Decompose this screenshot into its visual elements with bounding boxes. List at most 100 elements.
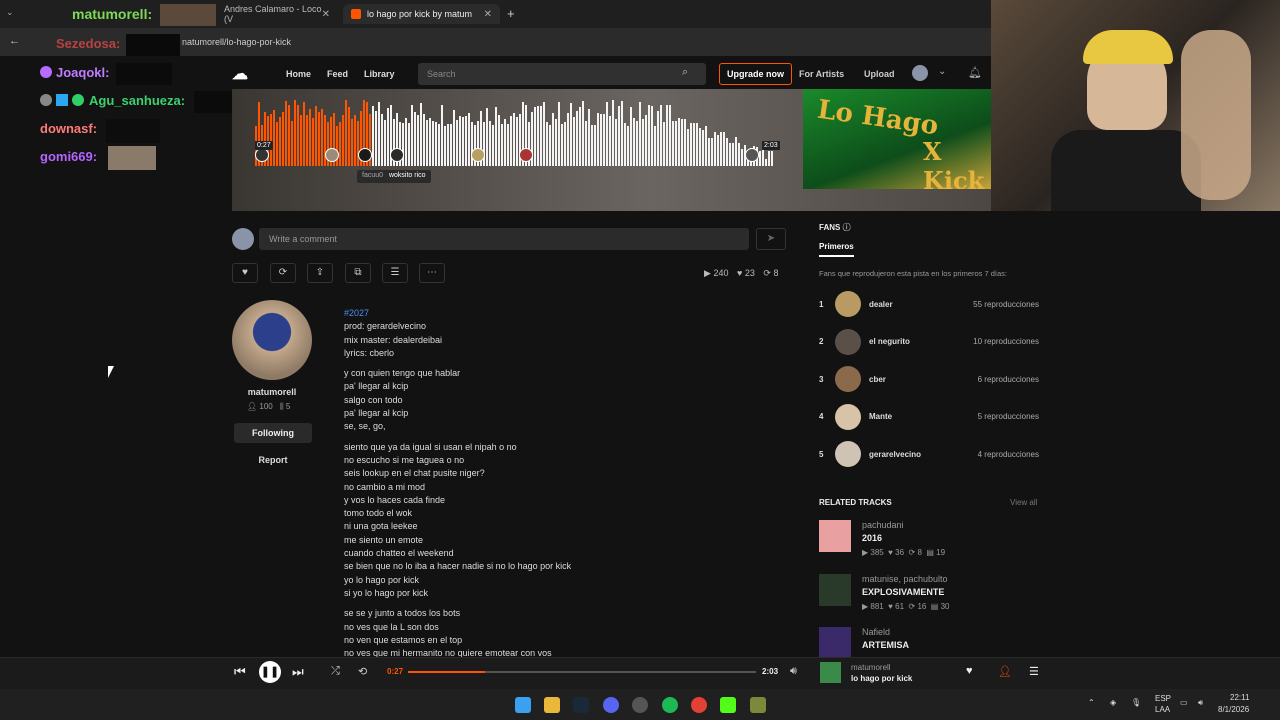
avatar[interactable]	[835, 291, 861, 317]
steam-icon[interactable]	[573, 697, 589, 713]
tab-list-icon[interactable]: ⌄	[6, 7, 20, 21]
comment-avatar[interactable]	[519, 148, 533, 162]
waveform[interactable]	[255, 96, 775, 166]
clock-time[interactable]: 22:11	[1230, 693, 1249, 702]
file-explorer-icon[interactable]	[544, 697, 560, 713]
related-user[interactable]: pachudani	[862, 520, 904, 530]
artist-name[interactable]: matumorell	[232, 387, 312, 397]
search-icon[interactable]: ⌕	[682, 66, 688, 79]
tab-lo-hago-por-kick[interactable]: lo hago por kick by matum ✕	[343, 4, 500, 24]
like-icon[interactable]: ♥	[966, 665, 973, 677]
comment-avatar[interactable]	[471, 148, 485, 162]
volume-tray-icon[interactable]: 🔊︎	[1198, 698, 1203, 708]
fan-name[interactable]: gerarelvecino	[869, 450, 978, 459]
spotify-icon[interactable]	[662, 697, 678, 713]
comment-avatar[interactable]	[358, 148, 372, 162]
avatar[interactable]	[835, 328, 861, 355]
related-title[interactable]: EXPLOSIVAMENTE	[862, 587, 944, 597]
close-icon[interactable]: ✕	[484, 9, 492, 20]
related-cover-art[interactable]	[819, 627, 851, 659]
minecraft-icon[interactable]	[750, 697, 766, 713]
fan-row[interactable]: 3 cber 6 reproducciones	[819, 365, 1039, 393]
hashtag-link[interactable]: #2027	[344, 307, 764, 320]
chevron-down-icon[interactable]: ⌄	[938, 66, 946, 77]
queue-icon[interactable]: ☰	[1029, 665, 1039, 678]
comment-avatar[interactable]	[390, 148, 404, 162]
waveform-bar	[771, 150, 773, 166]
nav-library[interactable]: Library	[364, 69, 395, 79]
keyboard-lang[interactable]: ESP	[1155, 694, 1171, 703]
related-cover-art[interactable]	[819, 520, 851, 552]
related-title[interactable]: ARTEMISA	[862, 640, 909, 650]
related-track[interactable]: matunise, pachubulto EXPLOSIVAMENTE ▶ 881 …	[819, 573, 1039, 614]
fan-row[interactable]: 5 gerarelvecino 4 reproducciones	[819, 440, 1039, 468]
more-button[interactable]: ⋯	[419, 263, 445, 283]
related-user[interactable]: matunise, pachubulto	[862, 574, 948, 584]
windows-start-icon[interactable]	[515, 697, 531, 713]
related-track[interactable]: pachudani 2016 ▶ 385 ♥ 36 ⟳ 8 ▤ 19	[819, 520, 1039, 560]
player-cover-art[interactable]	[820, 662, 841, 683]
previous-icon[interactable]: ⏮	[234, 664, 246, 680]
fan-row[interactable]: 1 dealer 55 reproducciones	[819, 290, 1039, 318]
fan-row[interactable]: 2 el negurito 10 reproducciones	[819, 328, 1039, 356]
nav-feed[interactable]: Feed	[327, 69, 348, 79]
nav-home[interactable]: Home	[286, 69, 311, 79]
report-button[interactable]: Report	[234, 455, 312, 465]
comment-avatar[interactable]	[325, 148, 339, 162]
fan-name[interactable]: cber	[869, 375, 978, 384]
kick-icon[interactable]	[720, 697, 736, 713]
avatar[interactable]	[835, 366, 861, 392]
fan-name[interactable]: el negurito	[869, 337, 973, 346]
volume-icon[interactable]: 🔊︎	[790, 665, 797, 678]
upgrade-button[interactable]: Upgrade now	[719, 63, 792, 85]
artist-avatar[interactable]	[232, 300, 312, 380]
url-text[interactable]: natumorell/lo-hago-por-kick	[182, 37, 291, 47]
shuffle-icon[interactable]: ⤮	[331, 665, 340, 678]
next-icon[interactable]: ⏭	[292, 664, 304, 680]
follow-icon[interactable]: 👤︎	[998, 665, 1012, 678]
pause-button[interactable]: ❚❚	[259, 661, 281, 683]
close-icon[interactable]: ✕	[322, 9, 330, 20]
avatar[interactable]	[835, 403, 861, 430]
related-cover-art[interactable]	[819, 573, 851, 606]
discord-icon[interactable]	[603, 697, 619, 713]
comment-input[interactable]: Write a comment	[259, 228, 749, 250]
add-to-playlist-button[interactable]: ☰	[382, 263, 408, 283]
player-artist[interactable]: matumorell	[851, 663, 891, 672]
chevron-up-icon[interactable]: ⌃	[1088, 698, 1095, 707]
keyboard-layout[interactable]: LAA	[1155, 705, 1170, 714]
repeat-icon[interactable]: ⟲	[358, 665, 367, 678]
player-title[interactable]: lo hago por kick	[851, 674, 912, 683]
send-icon[interactable]: ➤	[756, 228, 786, 250]
copy-link-button[interactable]: ⧉	[345, 263, 371, 283]
fan-name[interactable]: Mante	[869, 412, 978, 421]
tab-primeros[interactable]: Primeros	[819, 242, 854, 257]
like-button[interactable]: ♥	[232, 263, 258, 283]
avatar[interactable]	[835, 441, 861, 467]
related-user[interactable]: Nafield	[862, 627, 890, 637]
view-all-link[interactable]: View all	[1010, 498, 1037, 507]
network-icon[interactable]: ▭	[1180, 698, 1188, 707]
fan-name[interactable]: dealer	[869, 300, 973, 309]
for-artists-link[interactable]: For Artists	[799, 69, 844, 79]
repost-button[interactable]: ⟳	[270, 263, 296, 283]
comment-avatar[interactable]	[745, 148, 759, 162]
clock-date[interactable]: 8/1/2026	[1218, 705, 1249, 714]
search-input[interactable]: Search	[418, 63, 706, 85]
share-button[interactable]: ⇪	[307, 263, 333, 283]
tray-icon[interactable]: ◈	[1110, 698, 1116, 707]
following-button[interactable]: Following	[234, 423, 312, 443]
comment-avatar[interactable]	[255, 148, 269, 162]
upload-link[interactable]: Upload	[864, 69, 895, 79]
info-icon[interactable]: ⓘ	[843, 223, 851, 232]
avatar[interactable]	[912, 65, 928, 81]
fan-row[interactable]: 4 Mante 5 reproducciones	[819, 403, 1039, 431]
related-title[interactable]: 2016	[862, 533, 882, 543]
bell-icon[interactable]: 🔔︎	[968, 66, 982, 79]
obs-icon[interactable]	[632, 697, 648, 713]
soundcloud-logo-icon[interactable]: ☁	[232, 64, 264, 83]
mic-icon[interactable]: 🎙︎	[1131, 698, 1141, 707]
new-tab-icon[interactable]: +	[507, 6, 515, 21]
chrome-icon[interactable]	[691, 697, 707, 713]
back-arrow-icon[interactable]: ←	[9, 35, 20, 47]
